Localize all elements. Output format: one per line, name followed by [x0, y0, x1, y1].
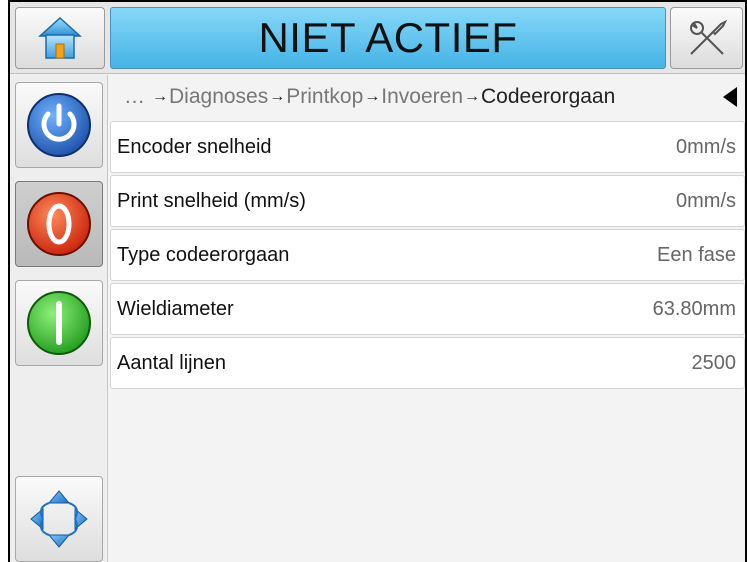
- start-button[interactable]: [15, 280, 103, 366]
- start-icon: [27, 291, 91, 355]
- app-window: NIET ACTIEF … → Diagnoses → Printkop → I…: [8, 0, 747, 562]
- left-action-column: [10, 75, 108, 562]
- list-item-value: 0mm/s: [676, 135, 736, 158]
- list-item-value: Een fase: [657, 243, 736, 266]
- tools-button[interactable]: [670, 7, 743, 69]
- stop-icon: [27, 192, 91, 256]
- tools-icon: [689, 19, 727, 55]
- breadcrumb-separator: →: [464, 88, 481, 105]
- status-banner: NIET ACTIEF: [110, 7, 666, 69]
- home-icon: [38, 16, 82, 59]
- breadcrumb: … → Diagnoses → Printkop → Invoeren → Co…: [110, 75, 745, 119]
- list-item[interactable]: Wieldiameter 63.80mm: [110, 283, 745, 335]
- home-button[interactable]: [15, 7, 105, 69]
- breadcrumb-separator: →: [269, 88, 286, 105]
- list-item-label: Print snelheid (mm/s): [117, 189, 306, 212]
- list-item[interactable]: Aantal lijnen 2500: [110, 337, 745, 389]
- list-item[interactable]: Encoder snelheid 0mm/s: [110, 121, 745, 173]
- stop-button[interactable]: [15, 181, 103, 267]
- list-item-label: Wieldiameter: [117, 297, 234, 320]
- power-button[interactable]: [15, 82, 103, 168]
- parameter-list: Encoder snelheid 0mm/s Print snelheid (m…: [110, 121, 745, 391]
- breadcrumb-ellipsis[interactable]: …: [124, 85, 145, 109]
- breadcrumb-separator: →: [364, 88, 381, 105]
- power-icon: [27, 93, 91, 157]
- breadcrumb-item-codeerorgaan: Codeerorgaan: [481, 85, 616, 108]
- breadcrumb-item-invoeren[interactable]: Invoeren: [381, 85, 463, 109]
- breadcrumb-separator: →: [152, 88, 168, 105]
- list-item-value: 2500: [691, 351, 737, 374]
- list-item-value: 63.80mm: [652, 297, 736, 320]
- back-arrow-icon[interactable]: [723, 87, 737, 107]
- breadcrumb-item-diagnoses[interactable]: Diagnoses: [169, 85, 268, 109]
- list-item-label: Aantal lijnen: [117, 351, 226, 374]
- navigate-button[interactable]: [15, 476, 103, 562]
- list-item-label: Type codeerorgaan: [117, 243, 290, 266]
- status-text: NIET ACTIEF: [258, 14, 518, 61]
- list-item[interactable]: Type codeerorgaan Een fase: [110, 229, 745, 281]
- list-item[interactable]: Print snelheid (mm/s) 0mm/s: [110, 175, 745, 227]
- list-item-value: 0mm/s: [676, 189, 736, 212]
- list-item-label: Encoder snelheid: [117, 135, 272, 158]
- top-bar: NIET ACTIEF: [10, 2, 745, 74]
- breadcrumb-item-printkop[interactable]: Printkop: [286, 85, 363, 109]
- navigate-arrows-icon: [30, 490, 88, 548]
